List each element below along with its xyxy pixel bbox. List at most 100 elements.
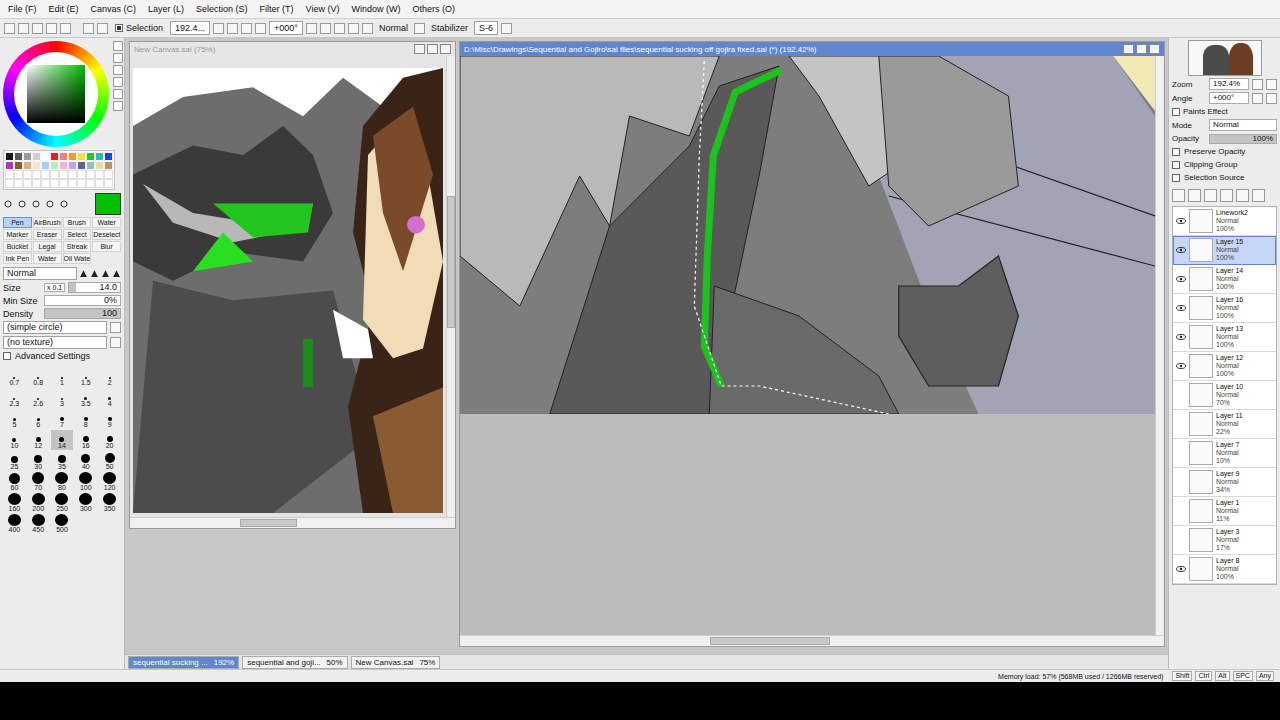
visibility-toggle[interactable]: [1175, 361, 1186, 372]
menu-item[interactable]: Others (O): [412, 4, 455, 14]
artwork[interactable]: [133, 68, 443, 513]
brush-size-preset[interactable]: 100: [74, 472, 97, 492]
brush-size-preset[interactable]: 2.6: [27, 388, 50, 408]
color-mode-icon[interactable]: [113, 41, 123, 51]
zoom-field[interactable]: 192.4...: [170, 21, 210, 35]
tool-button[interactable]: Brush: [63, 217, 92, 228]
brush-shape-select[interactable]: (simple circle): [3, 321, 107, 334]
brush-size-preset[interactable]: 350: [98, 493, 121, 513]
swatch[interactable]: [69, 171, 76, 178]
tool-button[interactable]: Water: [33, 253, 62, 264]
brush-size-preset[interactable]: 5: [3, 409, 26, 429]
layer-row[interactable]: Layer 9Normal34%: [1173, 468, 1276, 497]
visibility-toggle[interactable]: [1175, 448, 1186, 459]
brush-size-preset[interactable]: 16: [74, 430, 97, 450]
toolbar-button[interactable]: [4, 23, 15, 34]
window-button[interactable]: [1149, 44, 1160, 54]
artwork[interactable]: [460, 56, 1155, 414]
window-button[interactable]: [1136, 44, 1147, 54]
swatch[interactable]: [51, 162, 58, 169]
window-title[interactable]: D:\Misc\Drawings\Sequential and Gojiro\s…: [460, 42, 1164, 56]
visibility-toggle[interactable]: [1175, 419, 1186, 430]
brush-size-preset[interactable]: 50: [98, 451, 121, 471]
drawing-canvas[interactable]: [460, 56, 1155, 635]
swatch[interactable]: [33, 162, 40, 169]
brush-shape-icon[interactable]: [112, 269, 121, 278]
brush-size-preset[interactable]: 6: [27, 409, 50, 429]
navigator-preview[interactable]: [1188, 40, 1262, 76]
swatch[interactable]: [78, 162, 85, 169]
layer-option[interactable]: Selection Source: [1172, 172, 1277, 183]
swatch[interactable]: [33, 171, 40, 178]
brush-shape-icon[interactable]: [79, 269, 88, 278]
toolbar-button[interactable]: [241, 23, 252, 34]
swatch[interactable]: [51, 153, 58, 160]
tool-button[interactable]: Ink Pen: [3, 253, 32, 264]
swatch[interactable]: [69, 153, 76, 160]
tool-button[interactable]: Select: [63, 229, 92, 240]
menu-item[interactable]: Selection (S): [196, 4, 248, 14]
swatch[interactable]: [51, 180, 58, 187]
density-slider[interactable]: 100: [44, 308, 121, 319]
menu-item[interactable]: Layer (L): [148, 4, 184, 14]
swatch[interactable]: [42, 162, 49, 169]
toolbar-button[interactable]: [362, 23, 373, 34]
brush-size-preset[interactable]: 200: [27, 493, 50, 513]
brush-size-preset[interactable]: 4: [98, 388, 121, 408]
layer-row[interactable]: Layer 11Normal22%: [1173, 410, 1276, 439]
tool-button[interactable]: Oil Water: [63, 253, 92, 264]
size-slider[interactable]: 14.0: [68, 282, 121, 293]
swatch[interactable]: [15, 153, 22, 160]
brush-size-preset[interactable]: 1: [51, 367, 74, 387]
swatch[interactable]: [105, 180, 112, 187]
brush-size-preset[interactable]: 8: [74, 409, 97, 429]
eye-icon[interactable]: [1176, 276, 1186, 282]
toolbar-button[interactable]: [83, 23, 94, 34]
toolbar-button[interactable]: [320, 23, 331, 34]
texture-option-button[interactable]: [110, 337, 121, 348]
brush-size-preset[interactable]: 80: [51, 472, 74, 492]
swatch[interactable]: [6, 162, 13, 169]
layer-row[interactable]: Layer 1Normal11%: [1173, 497, 1276, 526]
brush-size-preset[interactable]: 20: [98, 430, 121, 450]
color-mode-icon[interactable]: [113, 53, 123, 63]
swatch[interactable]: [15, 180, 22, 187]
tool-button[interactable]: Streak: [63, 241, 92, 252]
brush-size-preset[interactable]: 400: [3, 514, 26, 534]
brush-size-preset[interactable]: 25: [3, 451, 26, 471]
tool-button[interactable]: AirBrush: [33, 217, 62, 228]
tool-button[interactable]: Eraser: [33, 229, 62, 240]
window-title[interactable]: New Canvas.sai (75%): [130, 42, 455, 56]
toolbar-button[interactable]: [306, 23, 317, 34]
layer-row[interactable]: Layer 8Normal100%: [1173, 555, 1276, 584]
menu-item[interactable]: Window (W): [351, 4, 400, 14]
shape-option-button[interactable]: [110, 322, 121, 333]
brush-size-preset[interactable]: 35: [51, 451, 74, 471]
layer-row[interactable]: Layer 14Normal100%: [1173, 265, 1276, 294]
layer-row[interactable]: Layer 15Normal100%: [1173, 236, 1276, 265]
visibility-toggle[interactable]: [1175, 216, 1186, 227]
advanced-settings[interactable]: Advanced Settings: [3, 351, 121, 361]
selection-toggle[interactable]: Selection: [115, 23, 163, 33]
toolbar-button[interactable]: [97, 23, 108, 34]
layer-action-button[interactable]: [1252, 189, 1265, 202]
brush-size-preset[interactable]: 10: [3, 430, 26, 450]
swatch[interactable]: [15, 162, 22, 169]
swatch[interactable]: [105, 153, 112, 160]
swatch[interactable]: [60, 180, 67, 187]
brush-size-preset[interactable]: 30: [27, 451, 50, 471]
layer-mode-select[interactable]: Normal: [1209, 119, 1277, 131]
swatch[interactable]: [78, 171, 85, 178]
brush-size-preset[interactable]: 9: [98, 409, 121, 429]
swatch[interactable]: [96, 171, 103, 178]
brush-shape-icon[interactable]: [101, 269, 110, 278]
toolbar-button[interactable]: [213, 23, 224, 34]
layer-row[interactable]: Layer 10Normal70%: [1173, 381, 1276, 410]
nav-icon[interactable]: [17, 199, 27, 209]
swatch[interactable]: [60, 162, 67, 169]
tool-button[interactable]: Water: [92, 217, 121, 228]
angle-field[interactable]: +000°: [1209, 92, 1249, 104]
swatch[interactable]: [51, 171, 58, 178]
visibility-toggle[interactable]: [1175, 274, 1186, 285]
selection-checkbox[interactable]: [115, 24, 123, 32]
